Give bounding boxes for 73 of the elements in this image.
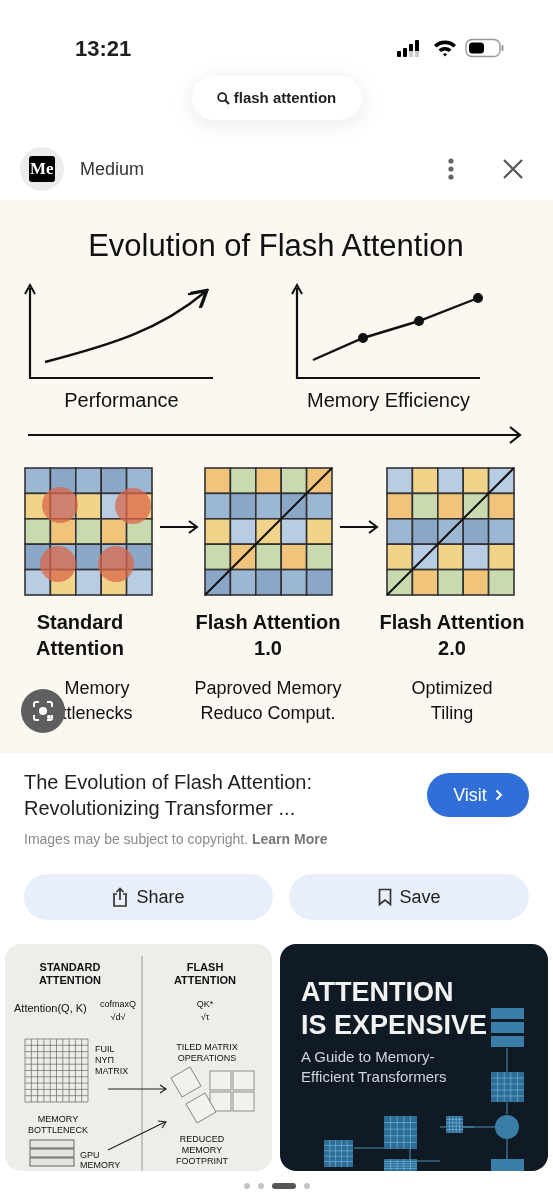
related-image[interactable]: ATTENTION IS EXPENSIVE A Guide to Memory- Efficient Transformers: [279, 944, 548, 1171]
save-button[interactable]: Save: [289, 874, 529, 920]
thumb-text: FOOTPRINT: [176, 1156, 228, 1166]
stage-note: Tiling: [430, 703, 474, 723]
share-button[interactable]: Share: [24, 874, 273, 920]
stage-name: Standard: [36, 611, 124, 633]
lens-icon: [31, 699, 55, 723]
thumb-text: MEMORY: [181, 1145, 223, 1155]
result-title: The Evolution of Flash Attention: Revolutionizing Transformer ...: [24, 770, 313, 821]
stage-note: Reduco Comput.: [200, 703, 336, 723]
stage-name: Flash Attention: [195, 611, 341, 633]
stage-name: 2.0: [438, 637, 466, 659]
thumb-text: ATTENTION: [38, 974, 102, 986]
stage-note: Memory: [64, 678, 130, 698]
thumb-text: REDUCED: [179, 1134, 225, 1144]
bookmark-icon: [377, 888, 392, 906]
status-time: 13:21: [75, 34, 132, 63]
thumb-text: MEMORY: [80, 1160, 121, 1170]
chart-label: Memory Efficiency: [307, 389, 470, 411]
stage-note: Optimized: [411, 678, 493, 698]
matrix-grid-drawing: [24, 1038, 89, 1103]
source-name: Medium: [80, 157, 146, 181]
memory-stack-drawing: [29, 1139, 75, 1167]
data-point: [358, 333, 368, 343]
data-point: [414, 316, 424, 326]
search-icon: [216, 91, 230, 105]
thumb-text: √τ: [200, 1012, 210, 1022]
lens-button[interactable]: [21, 689, 65, 733]
flow-arrow: [339, 520, 379, 534]
data-point: [473, 293, 483, 303]
copyright-notice: Images may be subject to copyright.: [24, 831, 249, 847]
thumb-text: ATTENTION: [173, 974, 237, 986]
thumb-text: TILED MATRIX: [176, 1042, 238, 1052]
thumb-text: cofmaxQ: [100, 999, 136, 1009]
thumb-text: FUIL: [95, 1044, 115, 1054]
thumb-text: QK*: [196, 999, 214, 1009]
more-icon[interactable]: [447, 157, 455, 181]
share-icon: [112, 887, 129, 907]
thumb-text: Attention(Q, K): [14, 1002, 87, 1014]
stage-name: Flash Attention: [379, 611, 525, 633]
chevron-icon: [494, 789, 503, 801]
battery-icon: [465, 38, 505, 58]
stage-name: Attention: [36, 637, 124, 659]
related-image[interactable]: STANDARD ATTENTION FLASH ATTENTION Attention(Q, K) cofmaxQ √d√ QK* √τ FUIL NYΠ MATRIX TILED MATRIX OPERATIONS MEMORY BOTTLENECK REDUCED MEMORY FOOTPRINT GPU MEMORY: [5, 944, 272, 1171]
thumb-text: STANDARD: [39, 961, 101, 973]
flow-arrow: [107, 1120, 168, 1151]
visit-button[interactable]: Visit: [427, 773, 529, 817]
search-chip[interactable]: flash attention: [191, 76, 362, 120]
thumb-text: MEMORY: [37, 1114, 79, 1124]
thumb-text: OPERATIONS: [177, 1053, 237, 1063]
thumb-text: GPU: [80, 1150, 100, 1160]
chart-label: Performance: [64, 389, 179, 411]
thumb-text: BOTTLENECK: [28, 1125, 88, 1135]
cover-subtitle: A Guide to Memory-: [300, 1048, 434, 1065]
image-title: Evolution of Flash Attention: [88, 228, 464, 263]
cover-subtitle: Efficient Transformers: [300, 1068, 447, 1085]
thumb-text: NYΠ: [95, 1055, 114, 1065]
stage-name: 1.0: [254, 637, 282, 659]
page-dot[interactable]: [243, 1183, 250, 1189]
wifi-icon: [433, 39, 457, 57]
stage-note: Paproved Memory: [194, 678, 342, 698]
flow-arrow: [159, 520, 199, 534]
thumb-text: √d√: [110, 1012, 126, 1022]
source-logo: Me: [29, 156, 55, 182]
page-dot[interactable]: [303, 1183, 310, 1189]
close-icon[interactable]: [503, 159, 523, 179]
thumb-text: MATRIX: [95, 1066, 129, 1076]
cover-title: IS EXPENSIVE: [300, 1010, 487, 1040]
flow-arrow: [107, 1084, 168, 1094]
learn-more-link[interactable]: Learn More: [252, 831, 328, 847]
page-dot[interactable]: [257, 1183, 264, 1189]
thumb-text: FLASH: [186, 961, 224, 973]
cover-title: ATTENTION: [300, 977, 453, 1007]
